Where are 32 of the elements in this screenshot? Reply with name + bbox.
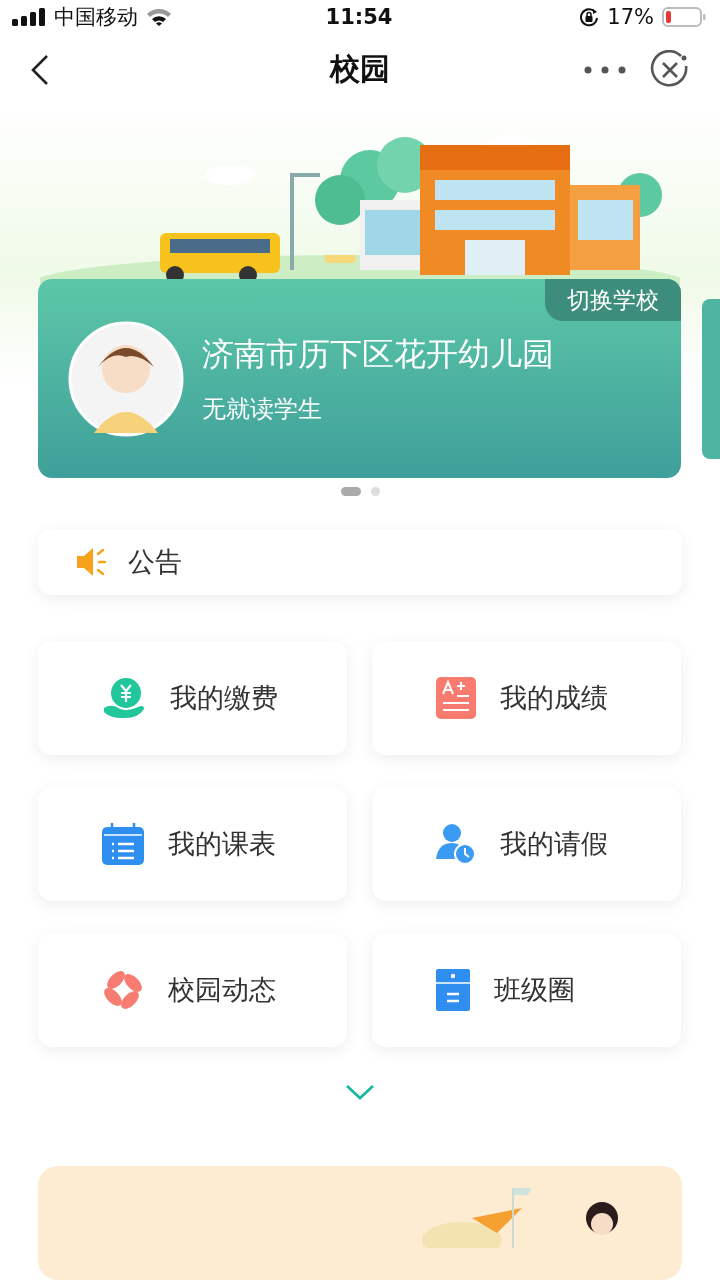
feature-tile[interactable]: 班级圈 (372, 932, 681, 1047)
feature-tile[interactable]: 我的成绩 (372, 640, 681, 755)
chevron-down-icon[interactable] (345, 1082, 375, 1101)
close-icon[interactable] (650, 49, 690, 90)
school-card[interactable]: 切换学校 济南市历下区花开幼儿园 无就读学生 (38, 279, 681, 479)
notice-label: 公告 (128, 544, 182, 579)
battery-percent: 17% (607, 4, 654, 29)
battery-icon (662, 6, 706, 27)
school-name: 济南市历下区花开幼儿园 (202, 333, 554, 375)
clock-time: 11:54 (325, 4, 393, 29)
feature-label: 我的成绩 (500, 680, 608, 715)
more-icon[interactable] (584, 65, 626, 74)
carousel-dot[interactable] (370, 486, 380, 496)
rotation-lock-icon (579, 6, 600, 27)
switch-school-button[interactable]: 切换学校 (545, 279, 681, 322)
feature-label: 班级圈 (494, 972, 575, 1007)
page-title: 校园 (330, 50, 390, 89)
back-icon[interactable] (30, 53, 50, 86)
feature-label: 我的请假 (500, 826, 608, 861)
feature-tile[interactable]: 校园动态 (38, 932, 347, 1047)
feature-label: 校园动态 (168, 972, 276, 1007)
feature-tile[interactable]: 我的请假 (372, 786, 681, 901)
carrier-name: 中国移动 (54, 3, 138, 31)
feature-label: 我的缴费 (170, 680, 278, 715)
signal-icon (12, 7, 46, 26)
avatar-icon (68, 320, 184, 437)
student-status: 无就读学生 (202, 393, 323, 425)
feature-tile[interactable]: 我的缴费 (38, 640, 347, 755)
feature-tile[interactable]: 我的课表 (38, 786, 347, 901)
feature-label: 我的课表 (168, 826, 276, 861)
notice-bar[interactable]: 公告 (38, 528, 682, 595)
wifi-icon (146, 7, 172, 26)
